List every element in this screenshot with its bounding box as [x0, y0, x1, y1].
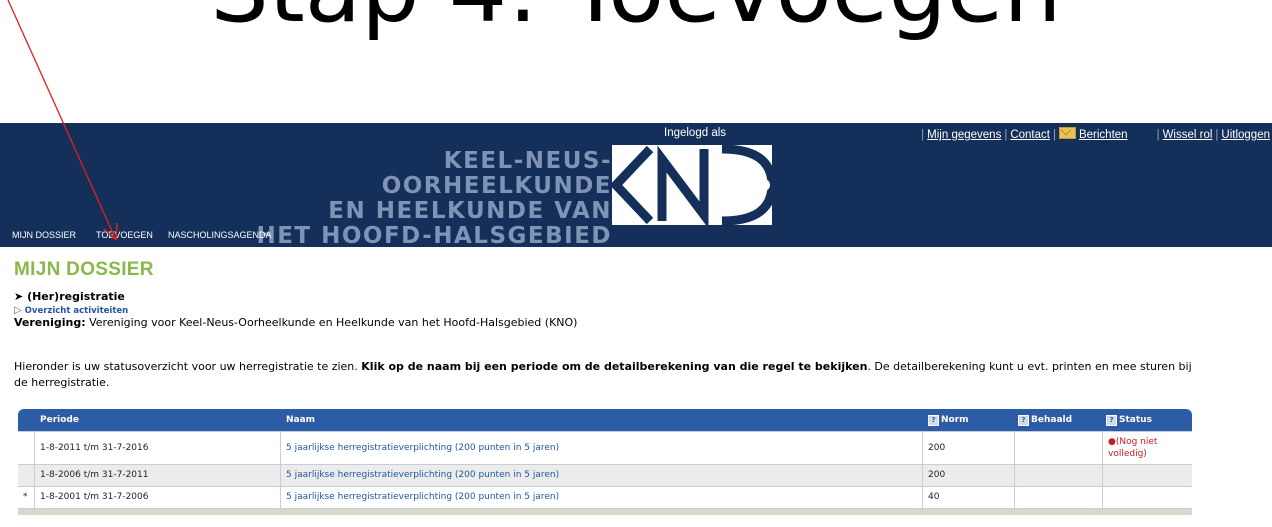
- col-status-label: Status: [1119, 415, 1152, 425]
- breadcrumb-main[interactable]: ➤ (Her)registratie: [14, 290, 125, 303]
- table-row: 1-8-2011 t/m 31-7-2016 5 jaarlijkse herr…: [18, 431, 1192, 464]
- chevron-right-icon: ➤: [14, 290, 24, 303]
- row-periode: 1-8-2006 t/m 31-7-2011: [40, 470, 149, 480]
- breadcrumb-main-label: (Her)registratie: [27, 290, 125, 303]
- help-icon[interactable]: ?: [928, 415, 939, 426]
- row-norm: 40: [928, 492, 940, 502]
- breadcrumb-sub-label: Overzicht activiteiten: [24, 306, 129, 316]
- row-norm: 200: [928, 470, 946, 480]
- error-icon: ●: [1108, 437, 1116, 447]
- vereniging-line: Vereniging: Vereniging voor Keel-Neus-Oo…: [14, 316, 577, 329]
- vereniging-value: Vereniging voor Keel-Neus-Oorheelkunde e…: [89, 316, 578, 329]
- col-norm: ? Norm: [928, 415, 969, 426]
- vereniging-label: Vereniging:: [14, 316, 86, 329]
- col-status: ? Status: [1106, 415, 1152, 426]
- help-icon[interactable]: ?: [1018, 415, 1029, 426]
- row-periode: 1-8-2011 t/m 31-7-2016: [40, 443, 149, 453]
- page-title: MIJN DOSSIER: [14, 259, 154, 280]
- table-row: 1-8-2006 t/m 31-7-2011 5 jaarlijkse herr…: [18, 464, 1192, 486]
- help-icon[interactable]: ?: [1106, 415, 1117, 426]
- intro-part: Hieronder is uw statusoverzicht voor uw …: [14, 360, 362, 373]
- row-naam-link[interactable]: 5 jaarlijkse herregistratieverplichting …: [286, 492, 559, 502]
- row-norm: 200: [928, 443, 946, 453]
- col-periode: Periode: [40, 415, 79, 425]
- table-header: Periode Naam ? Norm ? Behaald ? Status: [18, 409, 1192, 431]
- row-status-text: (Nog niet volledig): [1108, 437, 1158, 459]
- col-behaald-label: Behaald: [1031, 415, 1073, 425]
- triangle-right-icon: ▷: [14, 305, 22, 316]
- table-row: * 1-8-2001 t/m 31-7-2006 5 jaarlijkse he…: [18, 486, 1192, 508]
- col-norm-label: Norm: [941, 415, 969, 425]
- status-table: Periode Naam ? Norm ? Behaald ? Status 1-8-…: [18, 409, 1192, 515]
- intro-bold: Klik op de naam bij een periode om de de…: [361, 360, 868, 373]
- table-footer: [18, 508, 1192, 515]
- row-status: ●(Nog niet volledig): [1108, 436, 1186, 460]
- intro-text: Hieronder is uw statusoverzicht voor uw …: [14, 359, 1194, 391]
- col-behaald: ? Behaald: [1018, 415, 1072, 426]
- col-naam: Naam: [286, 415, 316, 425]
- row-naam-link[interactable]: 5 jaarlijkse herregistratieverplichting …: [286, 470, 559, 480]
- row-marker: *: [23, 492, 28, 502]
- row-periode: 1-8-2001 t/m 31-7-2006: [40, 492, 149, 502]
- row-naam-link[interactable]: 5 jaarlijkse herregistratieverplichting …: [286, 443, 559, 453]
- breadcrumb-sub[interactable]: ▷ Overzicht activiteiten: [14, 305, 128, 316]
